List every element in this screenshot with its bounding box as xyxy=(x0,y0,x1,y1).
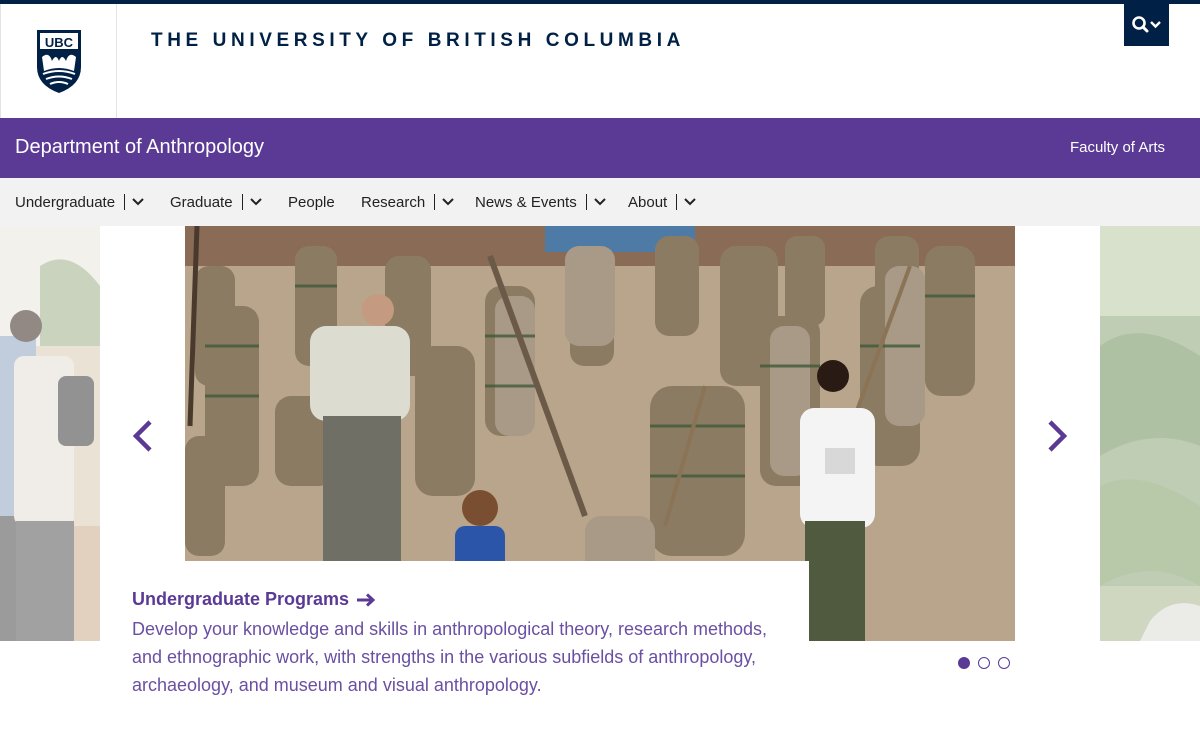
slide-description: Develop your knowledge and skills in ant… xyxy=(132,619,768,695)
nav-divider xyxy=(434,194,436,210)
nav-label: Graduate xyxy=(170,193,233,211)
chevron-down-icon[interactable] xyxy=(131,195,145,209)
slide-title-link[interactable]: Undergraduate Programs xyxy=(132,589,376,610)
slide-dot-2[interactable] xyxy=(978,657,990,669)
department-name-link[interactable]: Department of Anthropology xyxy=(15,136,264,159)
previous-slide-image[interactable] xyxy=(0,226,100,641)
chevron-down-icon[interactable] xyxy=(683,195,697,209)
logo-text: UBC xyxy=(44,35,73,50)
chevron-down-icon[interactable] xyxy=(593,195,607,209)
nav-item-research[interactable]: Research xyxy=(361,178,455,226)
university-wordmark[interactable]: THE UNIVERSITY OF BRITISH COLUMBIA xyxy=(151,30,685,52)
slide-dot-3[interactable] xyxy=(998,657,1010,669)
ubc-header: UBC THE UNIVERSITY OF BRITISH COLUMBIA xyxy=(0,4,1200,118)
faculty-link[interactable]: Faculty of Arts xyxy=(1070,139,1165,156)
nav-divider xyxy=(241,194,243,210)
nav-label: People xyxy=(288,193,335,211)
nav-divider xyxy=(676,194,678,210)
slide-caption: Undergraduate Programs Develop your know… xyxy=(100,561,809,711)
slide-dot-1[interactable] xyxy=(958,657,970,669)
search-toggle-button[interactable] xyxy=(1124,4,1169,46)
nav-item-about[interactable]: About xyxy=(628,178,697,226)
slide-title: Undergraduate Programs xyxy=(132,589,350,609)
ubc-crest-icon: UBC xyxy=(36,30,81,93)
nav-item-people[interactable]: People xyxy=(288,178,335,226)
nav-item-graduate[interactable]: Graduate xyxy=(170,178,263,226)
next-slide-image[interactable] xyxy=(1100,226,1200,641)
nav-divider xyxy=(585,194,587,210)
nav-item-news-events[interactable]: News & Events xyxy=(475,178,607,226)
next-slide-button[interactable] xyxy=(1042,416,1072,456)
nav-label: Research xyxy=(361,193,426,211)
search-icon xyxy=(1131,16,1161,33)
nav-divider xyxy=(124,194,126,210)
nav-item-undergraduate[interactable]: Undergraduate xyxy=(15,178,145,226)
unit-bar: Department of Anthropology Faculty of Ar… xyxy=(0,118,1200,178)
arrow-right-icon xyxy=(357,593,376,607)
chevron-left-icon xyxy=(132,420,152,452)
hero-carousel: Undergraduate Programs Develop your know… xyxy=(0,226,1200,740)
nav-label: About xyxy=(628,193,668,211)
nav-label: Undergraduate xyxy=(15,193,116,211)
chevron-right-icon xyxy=(1048,420,1068,452)
chevron-down-icon xyxy=(1149,21,1161,29)
ubc-logo[interactable]: UBC xyxy=(1,4,117,118)
carousel-pagination xyxy=(958,657,1010,669)
previous-slide-button[interactable] xyxy=(128,416,158,456)
nav-label: News & Events xyxy=(475,193,577,211)
chevron-down-icon[interactable] xyxy=(249,195,263,209)
chevron-down-icon[interactable] xyxy=(441,195,455,209)
main-nav: Undergraduate Graduate People Research N… xyxy=(0,178,1200,226)
